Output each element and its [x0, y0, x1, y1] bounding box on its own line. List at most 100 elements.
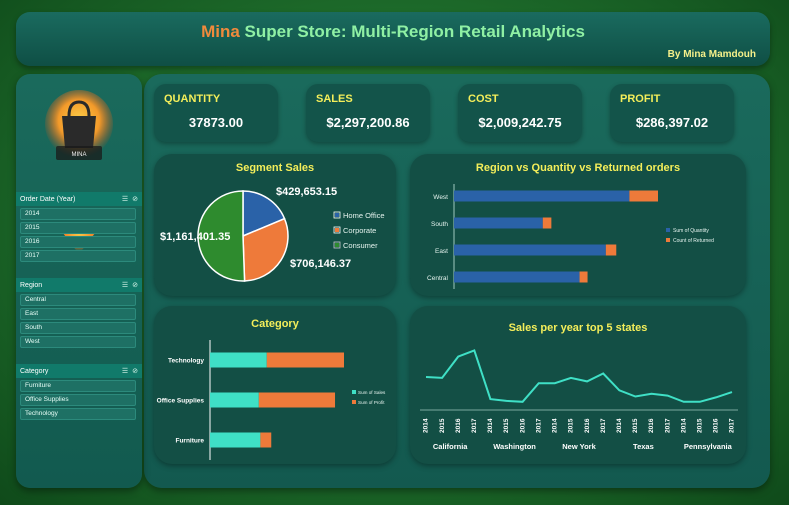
kpi-card-quantity: QUANTITY 37873.00 [154, 84, 278, 142]
x-group-label: Pennsylvania [684, 442, 733, 451]
category-label: South [431, 221, 448, 228]
slicer-item-furniture[interactable]: Furniture [20, 380, 136, 392]
slicer-item-2016[interactable]: 2016 [20, 236, 136, 248]
x-group-label: California [433, 442, 468, 451]
pie-value-label: $706,146.37 [290, 258, 351, 270]
slicer-order-year: Order Date (Year) ☰ ⊘ 2014 2015 2016 201… [16, 192, 142, 262]
svg-text:MINA: MINA [72, 152, 87, 158]
clear-filter-icon[interactable]: ⊘ [132, 367, 138, 375]
kpi-value: 37873.00 [188, 115, 244, 130]
category-label: West [433, 194, 448, 201]
kpi-value: $2,297,200.86 [326, 115, 410, 130]
slicer-header: Order Date (Year) ☰ ⊘ [16, 192, 142, 206]
legend-label: Sum of Quantity [673, 228, 709, 234]
sidebar: MINA Order Date (Year) ☰ ⊘ 2014 2015 201… [16, 74, 142, 488]
slicer-item-office-supplies[interactable]: Office Supplies [20, 394, 136, 406]
legend-label: Sum of Sales [358, 390, 386, 395]
dashboard-header: Mina Super Store: Multi-Region Retail An… [16, 12, 770, 66]
title-rest: Super Store: Multi-Region Retail Analyti… [239, 22, 585, 41]
slicer-title: Category [20, 367, 49, 375]
x-tick-label: 2014 [423, 418, 430, 433]
x-tick-label: 2017 [600, 418, 607, 433]
store-logo: MINA [38, 88, 120, 168]
slicer-item-technology[interactable]: Technology [20, 408, 136, 420]
slicer-item-2017[interactable]: 2017 [20, 250, 136, 262]
sales-line-chart: 2014 2015 2016 2017 2014 2015 2016 2017 2014 2015… [420, 349, 738, 451]
author-byline: By Mina Mamdouh [667, 49, 756, 60]
bar-returned [629, 190, 658, 202]
bar-sales [210, 352, 267, 368]
x-tick-label: 2016 [584, 418, 591, 433]
clear-filter-icon[interactable]: ⊘ [132, 195, 138, 203]
x-tick-label: 2017 [535, 418, 542, 433]
kpi-label: SALES [316, 93, 353, 105]
sales-per-year-panel: Sales per year top 5 states 2014 2015 2016… [410, 306, 746, 464]
multi-select-icon[interactable]: ☰ [122, 195, 128, 203]
legend-swatch [666, 238, 670, 242]
legend-swatch-fill [335, 243, 339, 247]
x-tick-label: 2015 [439, 418, 446, 433]
region-returns-panel: Region vs Quantity vs Returned orders We… [410, 154, 746, 296]
slicer-region: Region ☰ ⊘ Central East South West [16, 278, 142, 348]
legend-swatch-fill [335, 213, 339, 217]
slicer-header: Region ☰ ⊘ [16, 278, 142, 292]
title-brand: Mina [201, 22, 240, 41]
segment-sales-panel: Segment Sales $429,653.15 $706,146.37 $1,1… [154, 154, 396, 296]
bar-returned [579, 271, 588, 283]
slicer-title: Order Date (Year) [20, 195, 76, 203]
x-tick-label: 2015 [632, 418, 639, 433]
legend-label: Corporate [343, 226, 376, 235]
x-tick-label: 2014 [680, 418, 687, 433]
kpi-value: $286,397.02 [635, 115, 709, 130]
category-label: Office Supplies [157, 398, 205, 405]
kpi-label: PROFIT [620, 93, 661, 105]
category-label: East [435, 248, 448, 255]
slicer-item-central[interactable]: Central [20, 294, 136, 306]
slicer-item-2014[interactable]: 2014 [20, 208, 136, 220]
legend-swatch-fill [335, 228, 339, 232]
dashboard-title: Mina Super Store: Multi-Region Retail An… [16, 22, 770, 42]
slicer-title: Region [20, 281, 43, 289]
slicer-item-2015[interactable]: 2015 [20, 222, 136, 234]
x-tick-label: 2014 [616, 418, 623, 433]
legend-label: Consumer [343, 241, 378, 250]
category-label: Central [427, 275, 449, 282]
legend-swatch [352, 400, 356, 404]
kpi-label: COST [468, 93, 499, 105]
bar-returned [605, 244, 617, 256]
legend-label: Count of Returned [673, 238, 714, 244]
pie-value-label: $429,653.15 [276, 186, 337, 198]
legend-swatch [352, 390, 356, 394]
category-label: Technology [168, 358, 204, 365]
slicer-item-south[interactable]: South [20, 322, 136, 334]
kpi-card-profit: PROFIT $286,397.02 [610, 84, 734, 142]
legend-swatch [666, 228, 670, 232]
bar-quantity [454, 244, 606, 256]
slicer-item-east[interactable]: East [20, 308, 136, 320]
bar-sales [210, 392, 259, 408]
x-tick-label: 2016 [648, 418, 655, 433]
category-bar-chart: Technology Office Supplies Furniture Sum of… [157, 340, 386, 460]
region-bar-chart: West South East Central Sum of Quantity Count… [427, 184, 714, 289]
slicer-category: Category ☰ ⊘ Furniture Office Supplies T… [16, 364, 142, 420]
bar-returned [542, 217, 552, 229]
bar-profit [266, 352, 344, 368]
category-panel: Category Technology Office Supplies Furnit… [154, 306, 396, 464]
pie-value-label: $1,161,401.35 [160, 231, 230, 243]
bag-icon [62, 116, 96, 148]
x-tick-label: 2015 [697, 418, 704, 433]
slicer-item-west[interactable]: West [20, 336, 136, 348]
category-label: Furniture [175, 438, 204, 445]
multi-select-icon[interactable]: ☰ [122, 367, 128, 375]
clear-filter-icon[interactable]: ⊘ [132, 281, 138, 289]
x-tick-label: 2017 [471, 418, 478, 433]
x-tick-label: 2017 [664, 418, 671, 433]
bar-quantity [454, 271, 580, 283]
multi-select-icon[interactable]: ☰ [122, 281, 128, 289]
bar-profit [260, 432, 272, 448]
bar-quantity [454, 217, 543, 229]
bar-sales [210, 432, 261, 448]
x-group-label: Washington [493, 442, 536, 451]
bar-quantity [454, 190, 630, 202]
x-tick-label: 2014 [487, 418, 494, 433]
